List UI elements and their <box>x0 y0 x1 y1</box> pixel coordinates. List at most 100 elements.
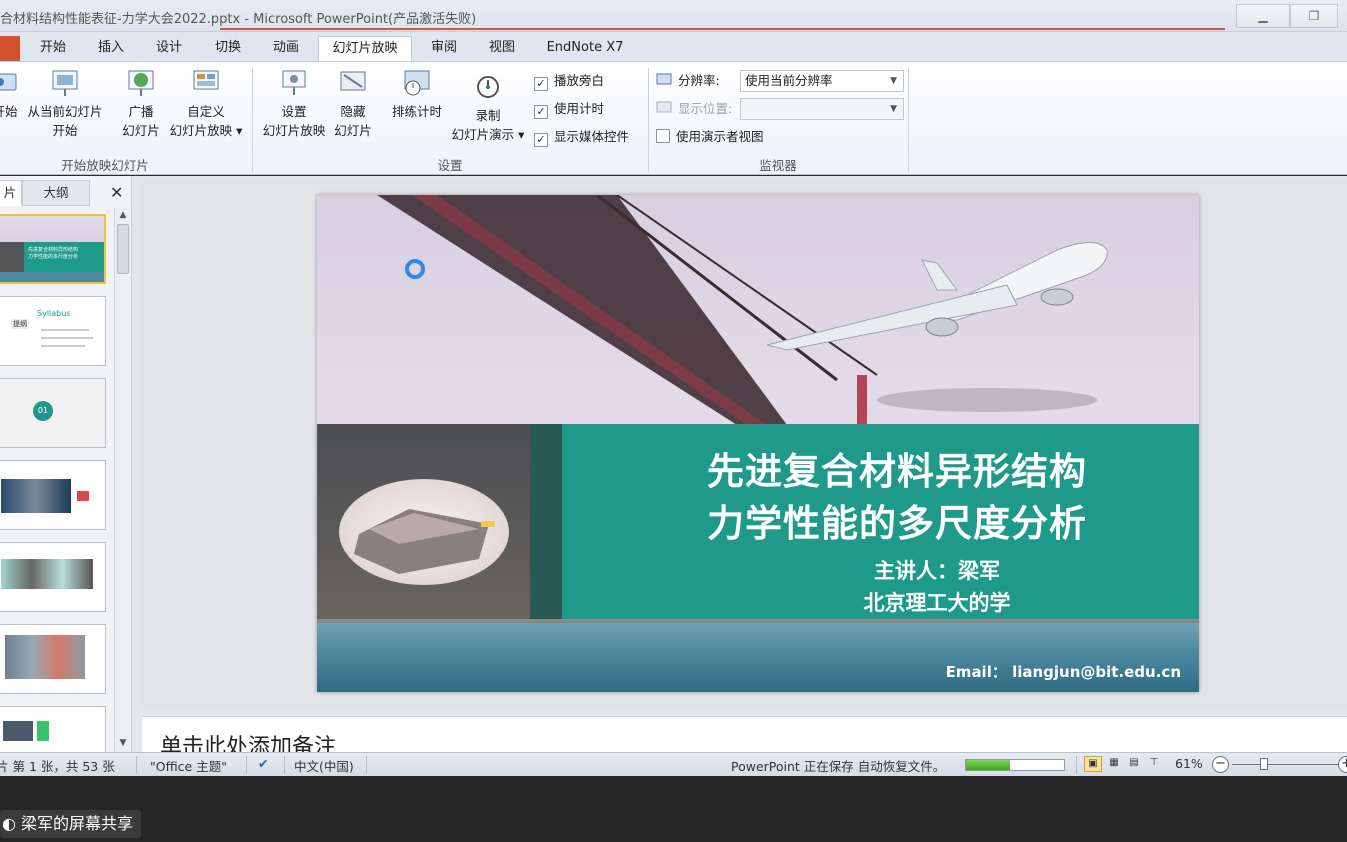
panel-tabs: 片 大纲 ✕ <box>0 180 132 206</box>
slide-thumbnail-2[interactable]: Syllabus 提纲 <box>0 296 106 366</box>
scroll-down-icon[interactable]: ▼ <box>117 738 129 748</box>
broadcast-button[interactable]: 广播 幻灯片 <box>118 68 164 140</box>
resolution-value: 使用当前分辨率 <box>745 73 833 88</box>
tab-outline[interactable]: 大纲 <box>22 180 90 206</box>
normal-view-icon[interactable]: ▣ <box>1084 756 1102 772</box>
title-bar: 合材料结构性能表征-力学大会2022.pptx - Microsoft Powe… <box>0 0 1347 32</box>
panel-scrollbar[interactable]: ▲ ▼ <box>114 208 130 752</box>
slide-title-line-1: 先进复合材料异形结构 <box>707 450 1087 493</box>
checkbox-media-controls[interactable]: ✓ <box>534 133 548 147</box>
slide-thumbnail-4[interactable] <box>0 460 106 530</box>
tab-review[interactable]: 审阅 <box>424 36 464 62</box>
tab-transitions[interactable]: 切换 <box>208 36 248 62</box>
slide-thumbnail-1[interactable]: 先进复合材料异形结构 力学性能的多尺度分析 <box>0 214 106 284</box>
close-icon[interactable]: ✕ <box>110 183 123 202</box>
media-controls-label: 显示媒体控件 <box>554 129 630 144</box>
notes-pane[interactable]: 单击此处添加备注 <box>142 716 1347 760</box>
display-select[interactable]: ▼ <box>740 98 904 120</box>
slides-panel: 片 大纲 ✕ 先进复合材料异形结构 力学性能的多尺度分析 Syllabus 提纲 <box>0 176 132 752</box>
zoom-slider-knob[interactable] <box>1260 758 1268 770</box>
status-separator <box>1076 756 1077 774</box>
restore-button[interactable]: ❐ <box>1290 4 1338 28</box>
checkbox-presenter-view[interactable] <box>656 129 670 143</box>
scrollbar-thumb[interactable] <box>117 224 129 274</box>
checkbox-play-narrations[interactable]: ✓ <box>534 77 548 91</box>
use-timings-option[interactable]: ✓ 使用计时 <box>534 100 605 119</box>
screen-share-label: ◐ 梁军的屏幕共享 <box>0 810 142 838</box>
current-slide[interactable]: 先进复合材料异形结构 力学性能的多尺度分析 主讲人：梁军 北京理工大的学 Ema… <box>317 195 1199 692</box>
composite-structure-icon <box>354 509 495 574</box>
custom-label-1: 自定义 <box>187 104 225 119</box>
slide-thumbnail-7[interactable] <box>0 706 106 752</box>
tab-file[interactable] <box>0 36 20 62</box>
record-label-1: 录制 <box>475 108 501 123</box>
setup-icon <box>282 70 306 95</box>
zoom-out-button[interactable]: − <box>1212 756 1229 773</box>
zoom-level[interactable]: 61% <box>1175 756 1203 771</box>
checkbox-use-timings[interactable]: ✓ <box>534 105 548 119</box>
custom-label-2: 幻灯片放映 ▾ <box>169 123 243 138</box>
tab-endnote[interactable]: EndNote X7 <box>540 36 630 62</box>
tab-slideshow[interactable]: 幻灯片放映 <box>318 36 412 62</box>
tab-animations[interactable]: 动画 <box>266 36 306 62</box>
resolution-select[interactable]: 使用当前分辨率 ▼ <box>740 70 904 92</box>
language[interactable]: 中文(中国) <box>294 756 354 775</box>
globe-icon <box>128 70 154 96</box>
spellcheck-icon[interactable]: ✔ <box>258 756 268 771</box>
slide-thumbnail-6[interactable] <box>0 624 106 694</box>
thumb-section-number: 01 <box>33 401 53 421</box>
play-narrations-option[interactable]: ✓ 播放旁白 <box>534 72 604 91</box>
composite-structure-image <box>339 479 509 585</box>
resolution-row: 分辨率: <box>656 72 720 90</box>
broadcast-label-1: 广播 <box>128 104 154 119</box>
thumb-image <box>37 721 49 741</box>
zoom-slider-track[interactable] <box>1232 764 1342 765</box>
display-row: 显示位置: <box>656 100 732 118</box>
tab-home[interactable]: 开始 <box>34 36 72 62</box>
use-timings-label: 使用计时 <box>554 101 605 116</box>
record-label-2: 幻灯片演示 ▾ <box>451 127 525 142</box>
presenter-view-option[interactable]: 使用演示者视图 <box>656 128 764 146</box>
save-progress-fill <box>966 760 1011 770</box>
tab-insert[interactable]: 插入 <box>92 36 130 62</box>
tab-view[interactable]: 视图 <box>482 36 522 62</box>
stopwatch-icon <box>404 70 430 96</box>
accent-strip <box>530 424 563 621</box>
slide-presenter: 主讲人：梁军 <box>874 559 1000 583</box>
tab-slides[interactable]: 片 <box>0 180 22 206</box>
rehearse-timings-button[interactable]: 排练计时 <box>386 68 448 121</box>
slide-sorter-icon[interactable]: ▦ <box>1105 756 1123 772</box>
tab-design[interactable]: 设计 <box>150 36 188 62</box>
thumb-image <box>5 635 85 679</box>
status-separator <box>136 756 137 774</box>
setup-label-1: 设置 <box>281 104 307 119</box>
saving-status: PowerPoint 正在保存 自动恢复文件。 <box>731 759 946 774</box>
slide-thumbnail-3[interactable]: 01 <box>0 378 106 448</box>
theme-name[interactable]: "Office 主题" <box>150 756 227 775</box>
hide-slide-icon <box>340 71 366 91</box>
slide-thumbnail-5[interactable] <box>0 542 106 612</box>
setup-checkboxes: ✓ 播放旁白 ✓ 使用计时 ✓ 显示媒体控件 <box>534 70 644 150</box>
show-media-controls-option[interactable]: ✓ 显示媒体控件 <box>534 128 630 147</box>
thumb-line <box>41 345 85 347</box>
display-label: 显示位置: <box>678 101 733 116</box>
workspace: 片 大纲 ✕ 先进复合材料异形结构 力学性能的多尺度分析 Syllabus 提纲 <box>0 176 1347 760</box>
reading-view-icon[interactable]: ▤ <box>1125 756 1143 772</box>
broadcast-label-2: 幻灯片 <box>122 123 160 138</box>
setup-slideshow-button[interactable]: 设置 幻灯片放映 <box>260 68 328 140</box>
minimize-button[interactable]: ▁ <box>1236 4 1290 28</box>
from-current-slide-button[interactable]: 从当前幻灯片 开始 <box>22 68 108 140</box>
slideshow-view-icon[interactable]: ⊤ <box>1145 756 1163 772</box>
thumb-image <box>1 479 71 513</box>
start-group-label: 开始放映幻灯片 <box>61 158 149 173</box>
zoom-in-button[interactable]: + <box>1338 756 1347 773</box>
slide-editing-area: 先进复合材料异形结构 力学性能的多尺度分析 主讲人：梁军 北京理工大的学 Ema… <box>142 180 1347 710</box>
slide-email: Email： liangjun@bit.edu.cn <box>945 663 1181 681</box>
scroll-up-icon[interactable]: ▲ <box>117 210 129 220</box>
custom-slideshow-button[interactable]: 自定义 幻灯片放映 ▾ <box>166 68 246 140</box>
record-slideshow-button[interactable]: 录制 幻灯片演示 ▾ <box>448 72 528 144</box>
hide-slide-button[interactable]: 隐藏 幻灯片 <box>330 68 376 140</box>
loading-spinner-icon <box>405 259 425 279</box>
share-user-icon: ◐ <box>2 814 22 833</box>
from-beginning-button[interactable]: 开始 <box>0 68 20 121</box>
